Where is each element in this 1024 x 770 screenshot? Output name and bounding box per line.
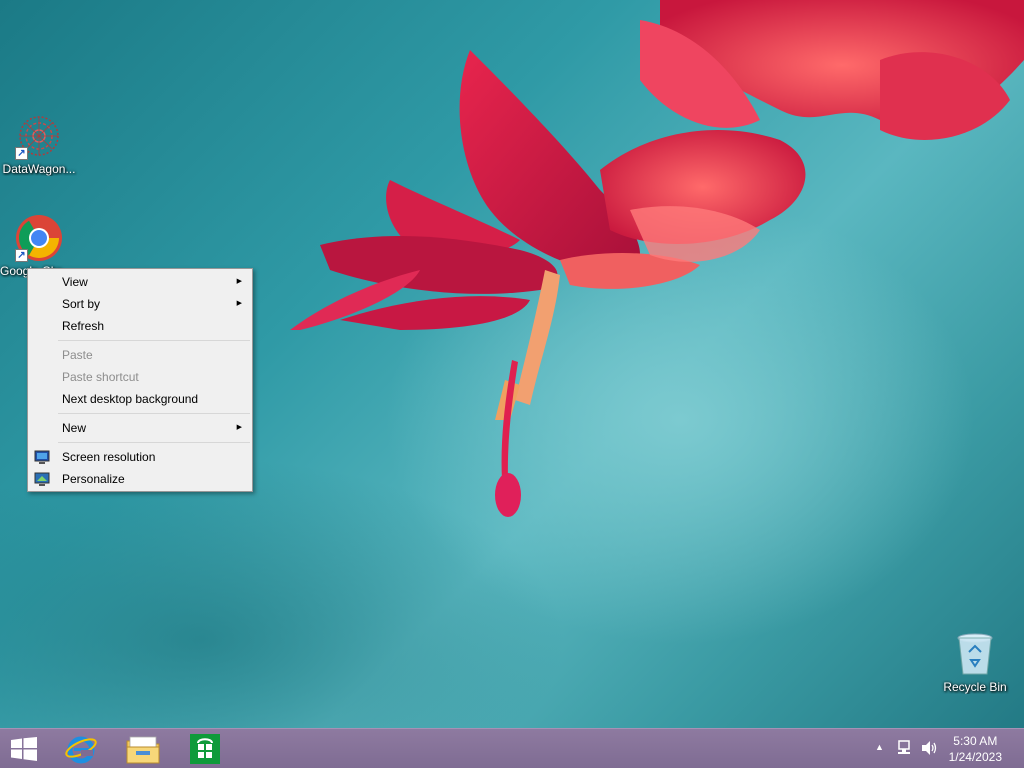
taskbar: ▲ 5:30 AM 1/24/2023	[0, 728, 1024, 768]
menu-item-new[interactable]: New ▶	[28, 417, 252, 439]
menu-item-paste: Paste	[28, 344, 252, 366]
desktop-icon-label: DataWagon...	[2, 162, 76, 176]
menu-item-label: Next desktop background	[62, 392, 199, 406]
menu-item-label: New	[62, 421, 87, 435]
menu-item-label: Paste	[62, 348, 93, 362]
file-explorer-icon	[126, 735, 160, 770]
menu-item-refresh[interactable]: Refresh	[28, 315, 252, 337]
menu-item-label: View	[62, 275, 88, 289]
menu-item-label: Personalize	[62, 472, 125, 486]
show-hidden-icons-arrow[interactable]: ▲	[875, 742, 884, 752]
desktop-context-menu: View ▶ Sort by ▶ Refresh Paste Paste sho…	[27, 268, 253, 492]
taskbar-file-explorer[interactable]	[118, 729, 168, 769]
desktop-icon-recycle-bin[interactable]: Recycle Bin	[936, 630, 1014, 694]
desktop[interactable]: ↗ DataWagon... ↗ Google Chrome Recycl	[0, 0, 1024, 728]
menu-item-next-desktop-background[interactable]: Next desktop background	[28, 388, 252, 410]
screen-resolution-icon	[34, 449, 50, 465]
datawagon-icon: ↗	[15, 112, 63, 160]
recycle-bin-icon	[951, 630, 999, 678]
submenu-arrow-icon: ▶	[236, 424, 242, 431]
shortcut-arrow-icon: ↗	[15, 249, 28, 262]
menu-item-sort-by[interactable]: Sort by ▶	[28, 293, 252, 315]
menu-item-label: Screen resolution	[62, 450, 156, 464]
shortcut-arrow-icon: ↗	[15, 147, 28, 160]
start-button[interactable]	[0, 729, 48, 769]
taskbar-internet-explorer[interactable]	[56, 729, 106, 769]
menu-item-paste-shortcut: Paste shortcut	[28, 366, 252, 388]
desktop-icon-datawagon[interactable]: ↗ DataWagon...	[0, 112, 78, 176]
personalize-icon	[34, 471, 50, 487]
menu-separator	[58, 442, 250, 443]
taskbar-clock[interactable]: 5:30 AM 1/24/2023	[949, 733, 1002, 765]
taskbar-store[interactable]	[180, 729, 230, 769]
start-icon	[11, 737, 37, 766]
menu-item-screen-resolution[interactable]: Screen resolution	[28, 446, 252, 468]
submenu-arrow-icon: ▶	[236, 300, 242, 307]
clock-time: 5:30 AM	[953, 734, 998, 748]
menu-separator	[58, 413, 250, 414]
store-icon	[190, 734, 220, 769]
menu-item-personalize[interactable]: Personalize	[28, 468, 252, 490]
internet-explorer-icon	[65, 733, 97, 770]
volume-icon[interactable]	[921, 740, 939, 759]
network-icon[interactable]	[897, 740, 913, 759]
menu-item-view[interactable]: View ▶	[28, 271, 252, 293]
chrome-icon: ↗	[15, 214, 63, 262]
menu-item-label: Refresh	[62, 319, 105, 333]
clock-date: 1/24/2023	[948, 750, 1002, 764]
desktop-icon-label: Recycle Bin	[943, 680, 1007, 694]
submenu-arrow-icon: ▶	[236, 278, 242, 285]
menu-separator	[58, 340, 250, 341]
menu-item-label: Sort by	[62, 297, 101, 311]
menu-item-label: Paste shortcut	[62, 370, 139, 384]
